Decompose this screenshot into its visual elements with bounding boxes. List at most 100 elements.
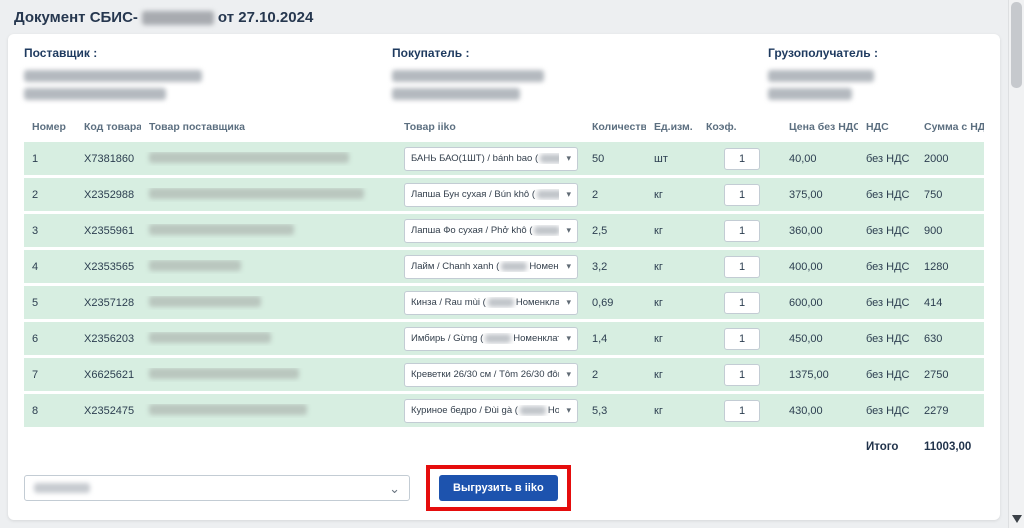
header-price-no-vat: Цена без НДС bbox=[781, 121, 858, 133]
header-iiko-product: Товар iiko bbox=[396, 121, 584, 133]
iiko-product-select[interactable]: Куриное бедро / Đùi gà (Номе... ▾ bbox=[404, 399, 578, 423]
sum-cell: 414 bbox=[916, 297, 984, 309]
row-number-cell: 5 bbox=[24, 297, 76, 309]
supplier-product-cell bbox=[141, 152, 396, 166]
scroll-down-icon[interactable] bbox=[1012, 515, 1022, 523]
footer-controls: ⌄ Выгрузить в iiko bbox=[24, 465, 984, 511]
iiko-product-value: Кинза / Rau mùi (Номенклату... bbox=[411, 297, 559, 308]
coefficient-input[interactable] bbox=[724, 184, 760, 206]
sum-cell: 2279 bbox=[916, 405, 984, 417]
sum-cell: 2750 bbox=[916, 369, 984, 381]
consignee-label: Грузополучатель : bbox=[768, 46, 984, 60]
iiko-product-tail: Номе... bbox=[548, 405, 559, 416]
redacted-supplier-name bbox=[24, 70, 202, 82]
iiko-product-cell: Лапша Фо сухая / Phở khô () Н... ▾ bbox=[396, 219, 584, 243]
iiko-product-text: Куриное бедро / Đùi gà ( bbox=[411, 405, 518, 416]
redacted-iiko-fragment bbox=[501, 262, 527, 271]
price-cell: 1375,00 bbox=[781, 369, 858, 381]
iiko-product-text: Лапша Фо сухая / Phở khô ( bbox=[411, 225, 532, 236]
product-code-cell: X2352988 bbox=[76, 189, 141, 201]
iiko-product-value: Креветки 26/30 см / Tôm 26/30 đôn... bbox=[411, 369, 559, 380]
iiko-product-select[interactable]: Лайм / Chanh xanh (Номенкл... ▾ bbox=[404, 255, 578, 279]
iiko-product-select[interactable]: Лапша Фо сухая / Phở khô () Н... ▾ bbox=[404, 219, 578, 243]
iiko-product-value: Лапша Фо сухая / Phở khô () Н... bbox=[411, 225, 559, 236]
coefficient-input[interactable] bbox=[724, 364, 760, 386]
iiko-product-select[interactable]: БАНЬ БАО(1ШТ) / bánh bao (... ▾ bbox=[404, 147, 578, 171]
redacted-select-value bbox=[34, 483, 90, 493]
header-quantity: Количество bbox=[584, 121, 646, 133]
chevron-down-icon: ▾ bbox=[566, 154, 571, 163]
chevron-down-icon: ▾ bbox=[566, 226, 571, 235]
quantity-cell: 5,3 bbox=[584, 405, 646, 417]
iiko-product-select[interactable]: Кинза / Rau mùi (Номенклату... ▾ bbox=[404, 291, 578, 315]
unit-cell: кг bbox=[646, 333, 698, 345]
chevron-down-icon: ▾ bbox=[566, 190, 571, 199]
iiko-product-tail: Номенклату... bbox=[516, 297, 559, 308]
quantity-cell: 1,4 bbox=[584, 333, 646, 345]
price-cell: 430,00 bbox=[781, 405, 858, 417]
table-row: 5 X2357128 Кинза / Rau mùi (Номенклату..… bbox=[24, 286, 984, 319]
quantity-cell: 2 bbox=[584, 369, 646, 381]
header-product-code: Код товара bbox=[76, 121, 141, 133]
header-vat: НДС bbox=[858, 121, 916, 133]
iiko-product-select[interactable]: Лапша Бун сухая / Bún khô (Н... ▾ bbox=[404, 183, 578, 207]
vat-cell: без НДС bbox=[858, 369, 916, 381]
coefficient-cell bbox=[698, 256, 781, 278]
table-row: 8 X2352475 Куриное бедро / Đùi gà (Номе.… bbox=[24, 394, 984, 427]
vat-cell: без НДС bbox=[858, 153, 916, 165]
price-cell: 450,00 bbox=[781, 333, 858, 345]
vat-cell: без НДС bbox=[858, 297, 916, 309]
table-row: 2 X2352988 Лапша Бун сухая / Bún khô (Н.… bbox=[24, 178, 984, 211]
iiko-product-select[interactable]: Имбирь / Gừng (Номенклатур... ▾ bbox=[404, 327, 578, 351]
product-code-cell: X6625621 bbox=[76, 369, 141, 381]
iiko-product-cell: Кинза / Rau mùi (Номенклату... ▾ bbox=[396, 291, 584, 315]
redacted-document-number bbox=[142, 11, 214, 25]
redacted-supplier-product bbox=[149, 260, 241, 271]
unit-cell: кг bbox=[646, 369, 698, 381]
buyer-label: Покупатель : bbox=[392, 46, 768, 60]
vat-cell: без НДС bbox=[858, 405, 916, 417]
page-title-prefix: Документ СБИС- bbox=[14, 9, 138, 26]
coefficient-input[interactable] bbox=[724, 220, 760, 242]
row-number-cell: 2 bbox=[24, 189, 76, 201]
row-number-cell: 8 bbox=[24, 405, 76, 417]
total-label: Итого bbox=[858, 441, 916, 453]
scrollbar-thumb[interactable] bbox=[1011, 2, 1022, 88]
footer-select[interactable]: ⌄ bbox=[24, 475, 410, 501]
iiko-product-text: Лапша Бун сухая / Bún khô ( bbox=[411, 189, 535, 200]
vat-cell: без НДС bbox=[858, 261, 916, 273]
redacted-buyer-details bbox=[392, 88, 520, 100]
price-cell: 400,00 bbox=[781, 261, 858, 273]
iiko-product-select[interactable]: Креветки 26/30 см / Tôm 26/30 đôn... ▾ bbox=[404, 363, 578, 387]
coefficient-input[interactable] bbox=[724, 400, 760, 422]
price-cell: 375,00 bbox=[781, 189, 858, 201]
header-sum-with-vat: Сумма с НДС bbox=[916, 121, 984, 133]
coefficient-cell bbox=[698, 364, 781, 386]
redacted-supplier-details bbox=[24, 88, 166, 100]
export-to-iiko-button[interactable]: Выгрузить в iiko bbox=[439, 475, 558, 501]
coefficient-cell bbox=[698, 220, 781, 242]
iiko-product-cell: Креветки 26/30 см / Tôm 26/30 đôn... ▾ bbox=[396, 363, 584, 387]
redacted-supplier-product bbox=[149, 368, 299, 379]
unit-cell: кг bbox=[646, 405, 698, 417]
total-row: Итого 11003,00 bbox=[24, 437, 984, 457]
coefficient-input[interactable] bbox=[724, 256, 760, 278]
sum-cell: 750 bbox=[916, 189, 984, 201]
scrollbar[interactable] bbox=[1008, 0, 1024, 528]
iiko-product-value: Куриное бедро / Đùi gà ( Номе... bbox=[411, 405, 559, 416]
iiko-product-value: Лапша Бун сухая / Bún khô (Н... bbox=[411, 189, 559, 200]
coefficient-input[interactable] bbox=[724, 148, 760, 170]
redacted-iiko-fragment bbox=[520, 406, 546, 415]
row-number-cell: 4 bbox=[24, 261, 76, 273]
redacted-consignee-name bbox=[768, 70, 874, 82]
vat-cell: без НДС bbox=[858, 225, 916, 237]
coefficient-input[interactable] bbox=[724, 328, 760, 350]
coefficient-input[interactable] bbox=[724, 292, 760, 314]
redacted-supplier-product bbox=[149, 296, 261, 307]
table-row: 3 X2355961 Лапша Фо сухая / Phở khô () Н… bbox=[24, 214, 984, 247]
iiko-product-text: Имбирь / Gừng ( bbox=[411, 333, 483, 344]
quantity-cell: 0,69 bbox=[584, 297, 646, 309]
parties-section: Поставщик : Покупатель : Грузополучатель… bbox=[24, 46, 984, 100]
page-title: Документ СБИС-от 27.10.2024 bbox=[14, 9, 313, 26]
price-cell: 600,00 bbox=[781, 297, 858, 309]
